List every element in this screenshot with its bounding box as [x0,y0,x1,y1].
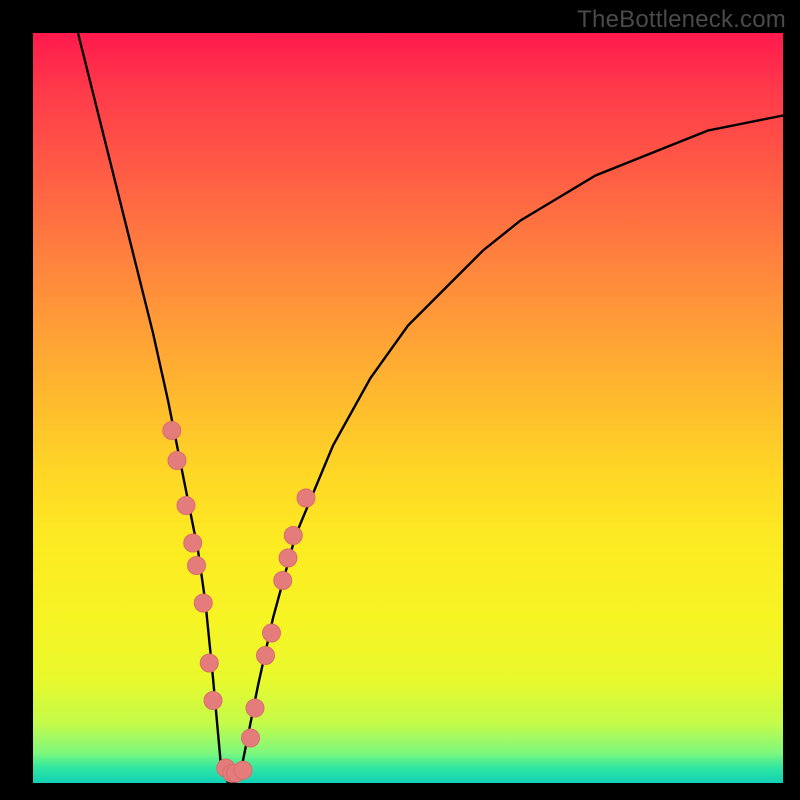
curve-marker [246,699,264,717]
curve-markers [163,422,315,783]
plot-area [33,33,783,783]
curve-svg [33,33,783,783]
curve-marker [263,624,281,642]
curve-marker [279,549,297,567]
bottleneck-curve [78,33,783,783]
curve-marker [257,647,275,665]
curve-marker [177,497,195,515]
curve-marker [194,594,212,612]
curve-marker [234,761,252,779]
curve-marker [188,557,206,575]
curve-marker [168,452,186,470]
curve-marker [200,654,218,672]
curve-marker [284,527,302,545]
curve-marker [297,489,315,507]
watermark-text: TheBottleneck.com [577,6,786,34]
chart-frame: TheBottleneck.com [0,0,800,800]
curve-marker [184,534,202,552]
curve-marker [274,572,292,590]
curve-marker [163,422,181,440]
curve-marker [242,729,260,747]
curve-marker [204,692,222,710]
